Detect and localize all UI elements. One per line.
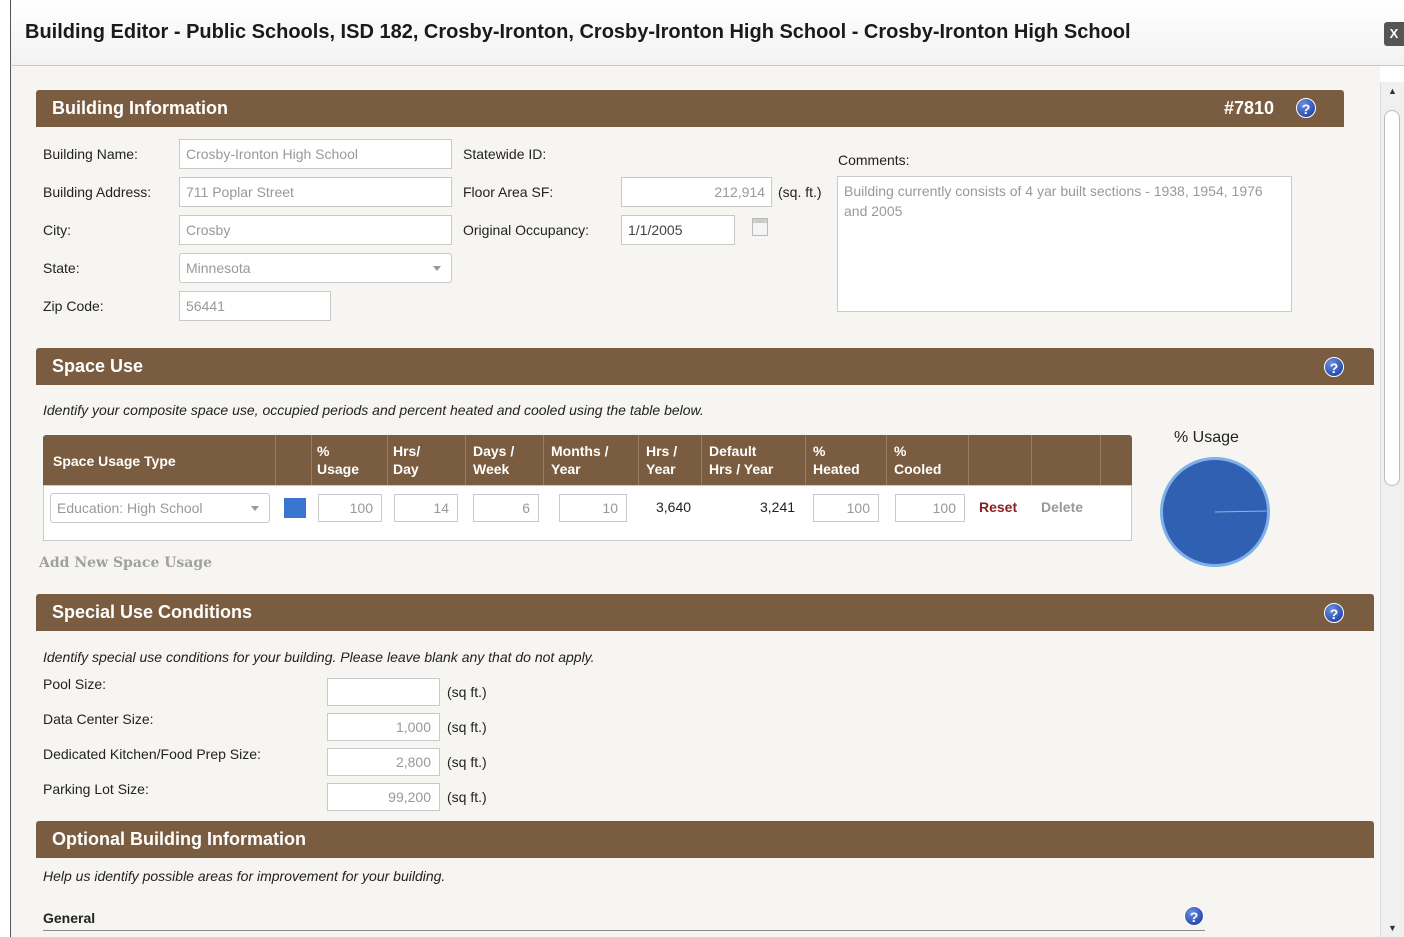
space-use-header: Space Use ? [36, 348, 1374, 385]
space-usage-table-header: Space Usage Type % Usage Hrs/ Day Days /… [43, 435, 1132, 485]
space-type-select[interactable]: Education: High School [50, 493, 270, 523]
add-new-space-usage-link[interactable]: Add New Space Usage [39, 555, 212, 571]
col-days-week-line2: Week [473, 461, 510, 477]
floor-area-field[interactable]: 212,914 [621, 177, 772, 207]
state-select[interactable]: Minnesota [179, 253, 452, 283]
usage-pie-chart [1160, 457, 1270, 567]
optional-info-header: Optional Building Information [36, 821, 1374, 858]
state-label: State: [43, 260, 80, 276]
general-divider [43, 930, 1205, 931]
col-months-year-line1: Months / [551, 443, 609, 459]
pool-size-field[interactable] [327, 678, 440, 706]
default-hrs-year-value: 3,241 [760, 499, 796, 515]
window-title: Building Editor - Public Schools, ISD 18… [25, 21, 1131, 43]
help-icon[interactable]: ? [1184, 906, 1204, 926]
parking-lot-size-label: Parking Lot Size: [43, 781, 149, 797]
col-default-line1: Default [709, 443, 757, 459]
optional-info-description: Help us identify possible areas for impr… [43, 868, 446, 884]
special-use-title: Special Use Conditions [52, 602, 253, 622]
days-week-field[interactable]: 6 [473, 494, 539, 522]
col-hrs-year-line2: Year [646, 461, 676, 477]
delete-link[interactable]: Delete [1041, 499, 1083, 515]
pool-size-label: Pool Size: [43, 676, 107, 692]
statewide-id-label: Statewide ID: [463, 146, 547, 162]
general-subheader: General [43, 910, 96, 926]
comments-label: Comments: [838, 152, 910, 168]
data-center-size-field[interactable]: 1,000 [327, 713, 440, 741]
calendar-icon[interactable] [752, 218, 768, 236]
optional-info-title: Optional Building Information [52, 829, 306, 849]
kitchen-size-unit: (sq ft.) [447, 754, 487, 770]
city-label: City: [43, 222, 71, 238]
comments-field[interactable]: Building currently consists of 4 yar bui… [837, 176, 1292, 312]
parking-lot-size-unit: (sq ft.) [447, 789, 487, 805]
reset-link[interactable]: Reset [979, 499, 1017, 515]
col-hrs-day-line2: Day [393, 461, 419, 477]
col-hrs-day-line1: Hrs/ [393, 443, 421, 459]
floor-area-label: Floor Area SF: [463, 184, 554, 200]
chevron-down-icon [251, 506, 259, 511]
scroll-down-icon[interactable]: ▼ [1381, 919, 1404, 937]
col-cooled-line2: Cooled [894, 461, 942, 477]
special-use-header: Special Use Conditions ? [36, 594, 1374, 631]
help-icon[interactable]: ? [1296, 98, 1316, 118]
table-row: Education: High School 100 14 6 10 3,640… [43, 485, 1132, 541]
months-year-field[interactable]: 10 [559, 494, 627, 522]
city-field[interactable]: Crosby [179, 215, 452, 245]
building-address-field[interactable]: 711 Poplar Street [179, 177, 452, 207]
building-name-field[interactable]: Crosby-Ironton High School [179, 139, 452, 169]
kitchen-size-label: Dedicated Kitchen/Food Prep Size: [43, 746, 261, 762]
help-icon[interactable]: ? [1324, 357, 1344, 377]
col-heated-line2: Heated [813, 461, 860, 477]
kitchen-size-field[interactable]: 2,800 [327, 748, 440, 776]
col-usage-line1: % [317, 443, 330, 459]
col-hrs-year-line1: Hrs / [646, 443, 678, 459]
hrs-year-value: 3,640 [656, 499, 692, 515]
parking-lot-size-field[interactable]: 99,200 [327, 783, 440, 811]
pool-size-unit: (sq ft.) [447, 684, 487, 700]
hrs-day-field[interactable]: 14 [394, 494, 458, 522]
building-info-header: Building Information #7810 ? [36, 90, 1344, 127]
building-id: #7810 [1223, 98, 1274, 118]
space-use-title: Space Use [52, 356, 144, 376]
floor-area-unit: (sq. ft.) [778, 184, 822, 200]
usage-color-swatch [284, 498, 306, 518]
space-use-description: Identify your composite space use, occup… [43, 402, 704, 418]
special-use-description: Identify special use conditions for your… [43, 649, 595, 665]
building-info-title: Building Information [52, 98, 228, 118]
col-usage-line2: Usage [317, 461, 360, 477]
close-button[interactable]: X [1384, 22, 1404, 46]
col-months-year-line2: Year [551, 461, 581, 477]
chevron-down-icon [433, 266, 441, 271]
usage-chart-title: % Usage [1174, 429, 1239, 446]
window-title-bar: Building Editor - Public Schools, ISD 18… [10, 0, 1404, 66]
col-space-usage-type: Space Usage Type [53, 453, 176, 469]
help-icon[interactable]: ? [1324, 603, 1344, 623]
building-address-label: Building Address: [43, 184, 152, 200]
space-type-value: Education: High School [57, 500, 203, 516]
building-name-label: Building Name: [43, 146, 138, 162]
zip-field[interactable]: 56441 [179, 291, 331, 321]
scroll-thumb[interactable] [1384, 110, 1400, 486]
zip-label: Zip Code: [43, 298, 104, 314]
col-cooled-line1: % [894, 443, 907, 459]
col-days-week-line1: Days / [473, 443, 515, 459]
col-default-line2: Hrs / Year [709, 461, 774, 477]
usage-percent-field[interactable]: 100 [318, 494, 382, 522]
state-value: Minnesota [186, 260, 251, 276]
data-center-size-unit: (sq ft.) [447, 719, 487, 735]
data-center-size-label: Data Center Size: [43, 711, 154, 727]
editor-content: Building Information #7810 ? Building Na… [10, 66, 1380, 937]
col-heated-line1: % [813, 443, 826, 459]
original-occupancy-field[interactable]: 1/1/2005 [621, 215, 735, 245]
heated-percent-field[interactable]: 100 [813, 494, 879, 522]
original-occupancy-label: Original Occupancy: [463, 222, 590, 238]
vertical-scrollbar[interactable]: ▲ ▼ [1380, 82, 1404, 937]
cooled-percent-field[interactable]: 100 [895, 494, 965, 522]
scroll-up-icon[interactable]: ▲ [1381, 82, 1404, 100]
